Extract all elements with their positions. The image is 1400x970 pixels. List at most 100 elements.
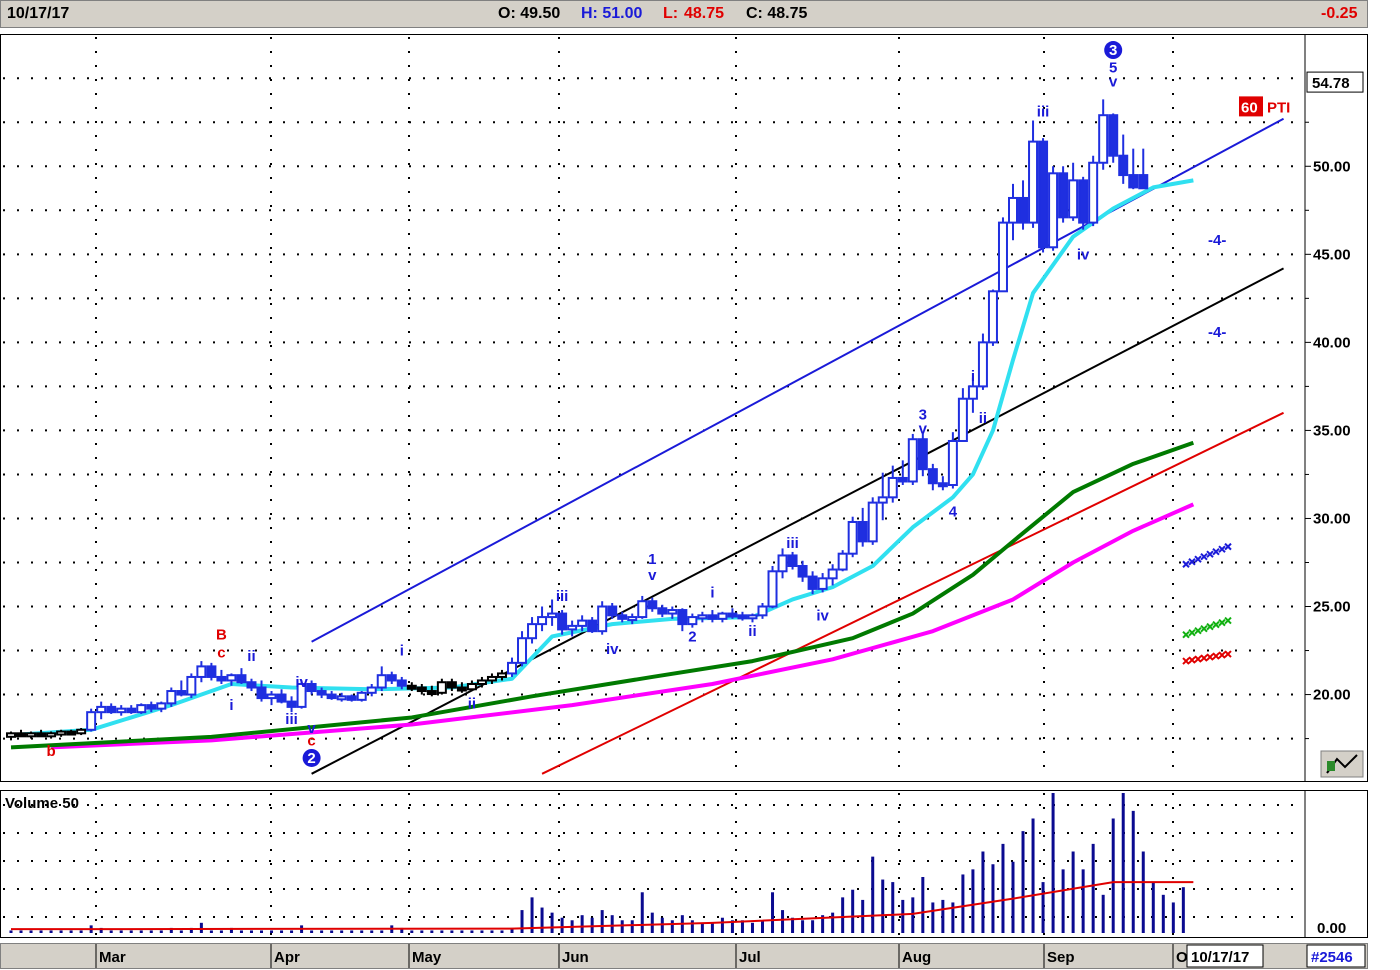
wave-label: v (1109, 74, 1118, 91)
month-label: Jun (562, 949, 589, 966)
candle-body-down (647, 600, 658, 610)
candle-body-up (567, 624, 578, 631)
projection-mark (1212, 620, 1220, 629)
volume-title: Volume 50 (5, 795, 79, 812)
wave-circle-label: 2 (307, 750, 315, 767)
candle-body-down (126, 707, 137, 714)
candle-body-down (937, 482, 948, 488)
wave-label: c (307, 732, 315, 749)
month-label: Apr (274, 949, 300, 966)
wave-label: B (216, 627, 227, 644)
y-tick-label: 25.00 (1313, 599, 1351, 616)
candle-body-up (6, 732, 16, 738)
projection-mark (1218, 618, 1226, 627)
candle-body-down (607, 605, 618, 617)
wave-label: v (648, 567, 657, 584)
month-label: Aug (902, 949, 931, 966)
projection-mark (1194, 555, 1202, 563)
wave-label: v (919, 421, 928, 438)
candle-body-up (767, 570, 778, 608)
projection-mark (1194, 655, 1202, 663)
candle-body-up (486, 675, 497, 682)
wave-label: iii (786, 535, 799, 552)
candle-body-down (617, 614, 628, 620)
candle-body-up (597, 605, 608, 633)
candle-body-up (987, 290, 998, 344)
candle-body-up (967, 385, 978, 400)
candle-body-down (727, 612, 738, 618)
candle-body-up (86, 711, 97, 731)
candle-body-up (867, 501, 878, 543)
wave-label: iii (556, 588, 569, 605)
wave-label: ii (979, 410, 987, 427)
candle-body-up (46, 732, 57, 738)
volume-panel[interactable]: Volume 50 0.00 (0, 790, 1368, 938)
candle-body-up (96, 705, 107, 714)
candle-body-down (1128, 174, 1139, 189)
candle-body-up (166, 690, 177, 705)
candle-body-up (376, 674, 387, 689)
candle-body-up (496, 672, 507, 678)
candle-body-up (757, 605, 768, 617)
wave-label: b (46, 743, 55, 760)
candle-body-up (667, 609, 678, 615)
price-chart[interactable]: 20.00 25.00 30.00 35.00 40.00 45.00 50.00 54.78… (1, 35, 1367, 781)
candle-body-down (146, 704, 157, 710)
projection-mark (1224, 616, 1232, 625)
projection-mark (1212, 547, 1220, 556)
wave-label: iv (816, 607, 829, 624)
header-open: O: 49.50 (498, 5, 561, 22)
y-tick-label: 30.00 (1313, 510, 1351, 527)
wave-circle-label: 3 (1109, 42, 1117, 59)
y-tick-label: 40.00 (1313, 334, 1351, 351)
candle-body-up (777, 554, 788, 573)
candle-body-up (466, 682, 477, 691)
candle-body-up (56, 730, 67, 736)
wave-label: iv (1077, 246, 1090, 263)
volume-chart[interactable]: Volume 50 0.00 (1, 791, 1367, 937)
candle-body-down (256, 686, 267, 700)
candle-body-down (1138, 174, 1149, 190)
header-date: 10/17/17 (7, 5, 70, 22)
candle-body-up (547, 612, 558, 619)
candle-body-down (456, 686, 467, 692)
chart-settings-icon[interactable] (1320, 750, 1364, 778)
candle-body-up (517, 637, 528, 664)
candle-body-down (396, 679, 407, 687)
projection-mark (1218, 545, 1226, 553)
candle-body-up (507, 661, 517, 675)
candle-body-down (386, 674, 397, 682)
price-panel[interactable]: 20.00 25.00 30.00 35.00 40.00 45.00 50.00 54.78… (0, 34, 1368, 782)
candle-body-up (957, 397, 968, 442)
candle-body-up (26, 732, 37, 738)
wave-label: iii (285, 711, 298, 728)
projection-mark (1212, 652, 1220, 660)
wave-label: i (400, 643, 404, 660)
candle-body-down (206, 665, 217, 678)
candle-body-down (1118, 154, 1129, 177)
wave-label: ii (468, 695, 476, 712)
candle-body-down (216, 675, 227, 682)
target-label: -4- (1208, 324, 1226, 341)
wave-label: 1 (648, 551, 656, 568)
candle-body-down (657, 607, 668, 615)
wave-label: iv (606, 641, 619, 658)
projection-mark (1188, 656, 1196, 664)
footer-code: #2546 (1311, 949, 1353, 966)
projection-mark (1182, 630, 1190, 639)
wave-label: 2 (688, 628, 696, 645)
y-tick-label: 50.00 (1313, 158, 1351, 175)
wave-label: 4 (949, 503, 958, 520)
candle-body-up (1028, 140, 1039, 224)
projection-mark (1182, 657, 1190, 665)
wave-label: i (971, 368, 975, 385)
candle-body-up (717, 612, 728, 620)
header-change: -0.25 (1321, 5, 1358, 22)
candle-body-up (196, 665, 207, 678)
candle-body-up (827, 568, 838, 580)
month-label: May (412, 949, 442, 966)
candle-body-up (817, 577, 828, 590)
candle-body-up (1088, 161, 1099, 224)
candle-body-down (917, 438, 928, 471)
candle-body-down (316, 690, 327, 696)
